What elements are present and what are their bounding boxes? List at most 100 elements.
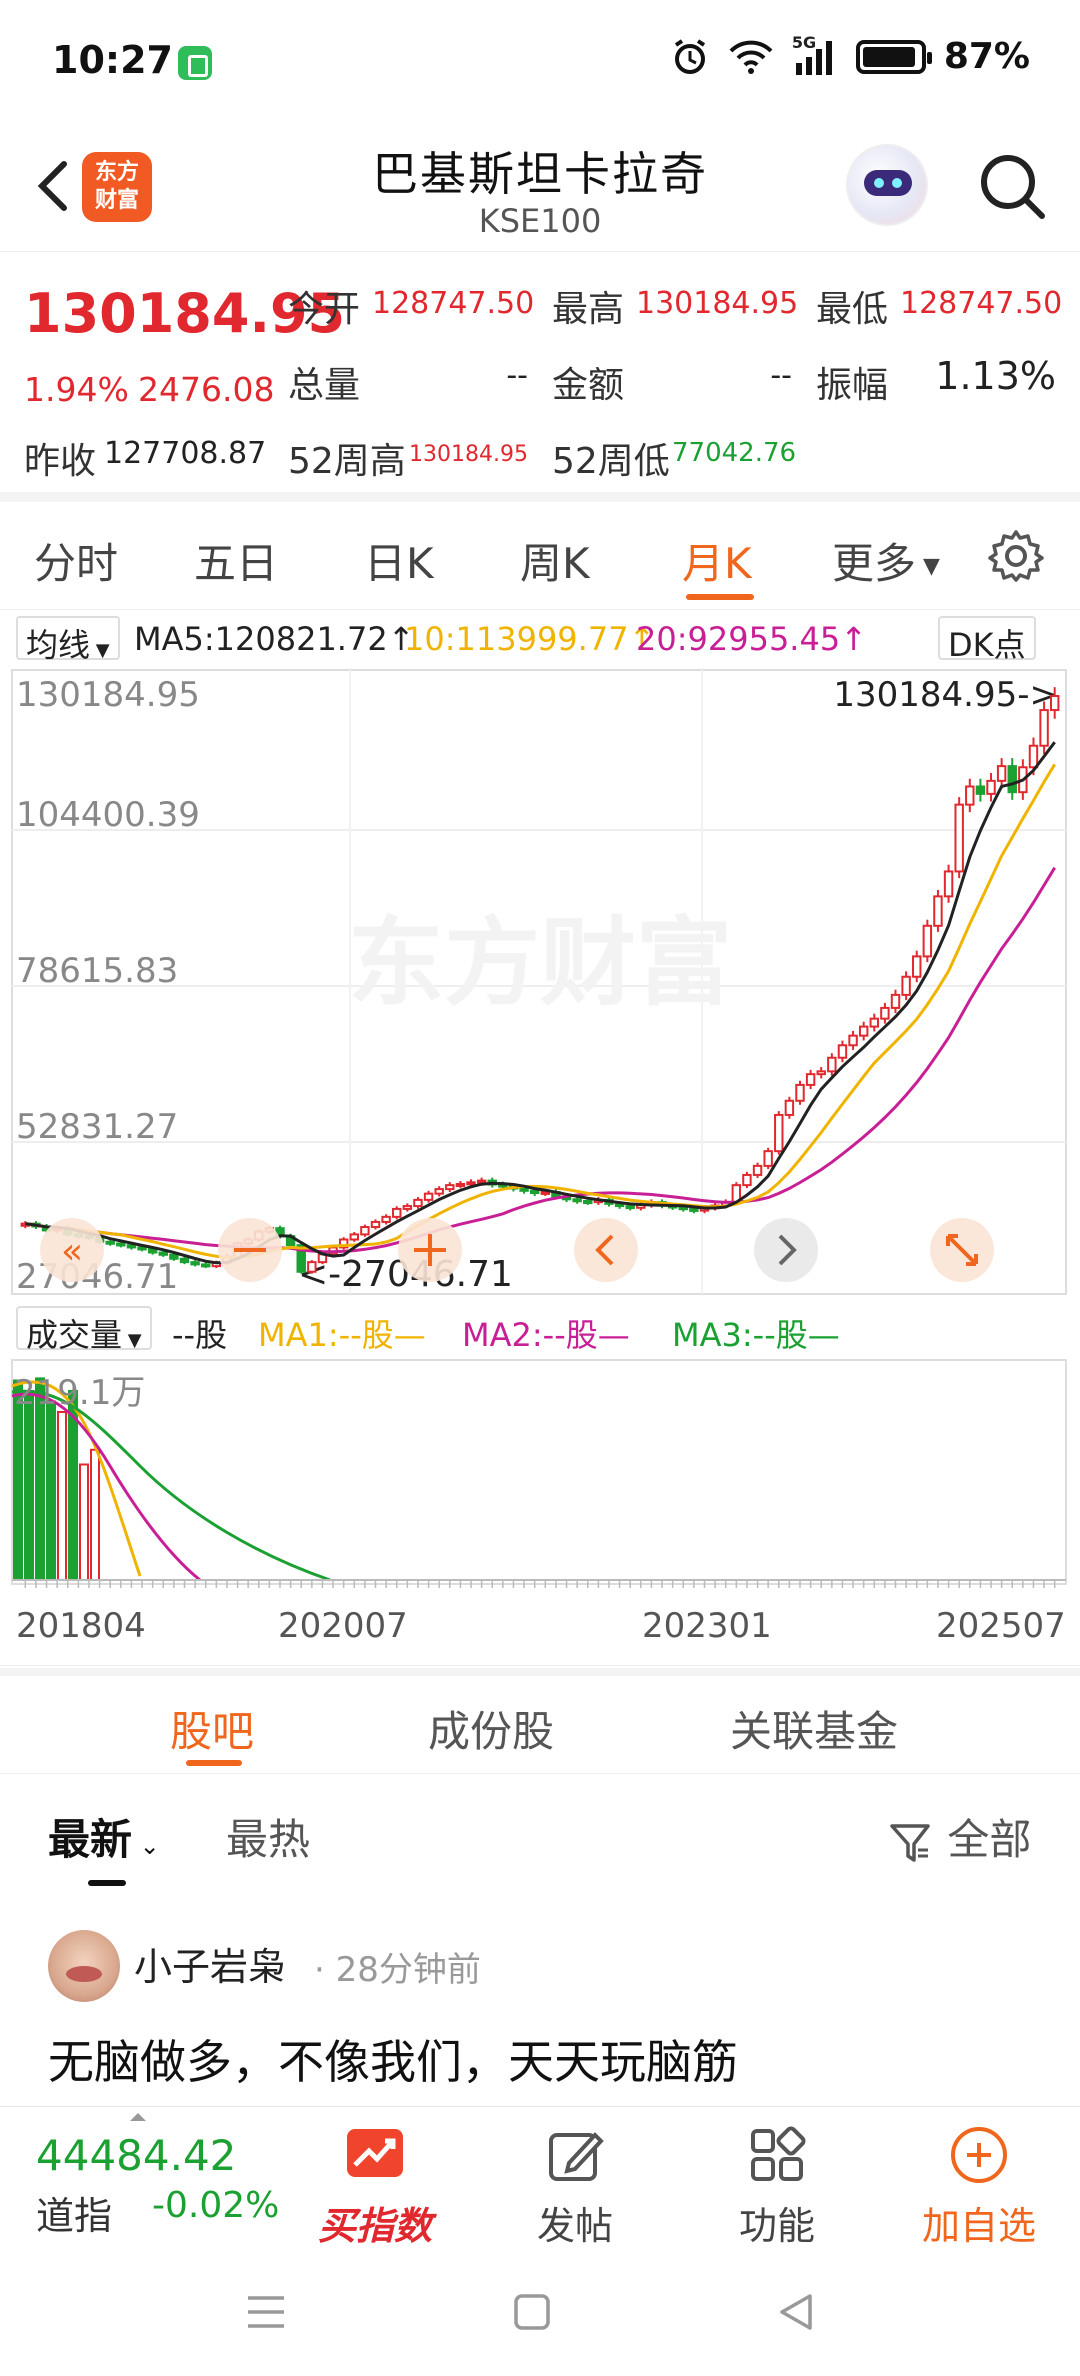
tab-monthly-k[interactable]: 月K [682,530,752,591]
ma-selector[interactable]: 均线 ▼ [16,616,120,664]
tab-related-funds[interactable]: 关联基金 [730,1698,898,1759]
filter-all[interactable]: 全部 [888,1806,1031,1867]
candle [975,785,986,795]
tab-stock-bar[interactable]: 股吧 [170,1698,254,1759]
global-index-change[interactable]: -0.02% [152,2185,279,2226]
amount-value: -- [770,358,792,393]
tab-weekly-k[interactable]: 周K [520,530,590,591]
candle [880,1006,890,1020]
add-watchlist-button[interactable]: 加自选 [904,2117,1054,2248]
header: 东方 财富 巴基斯坦卡拉奇 KSE100 [0,120,1080,252]
filter-all-label: 全部 [947,1815,1032,1864]
candle [774,1113,784,1153]
battery-percent: 87% [943,36,1030,77]
bottom-toolbar: 44484.42 道指 -0.02% 买指数 发帖 功能 加自选 [0,2106,1080,2248]
post-item[interactable]: 小子岩枭 · 28分钟前 无脑做多，不像我们，天天玩脑筋 [0,1886,1080,2106]
quote-panel: 130184.95 1.94% 2476.08 今开 128747.50 最高 … [0,252,1080,502]
candle [349,1233,360,1241]
change-value: 2476.08 [138,370,275,409]
active-tab-indicator [186,1760,242,1766]
chart-zoom-in-button[interactable] [398,1218,462,1282]
candle [392,1207,402,1218]
chart-zoom-out-button[interactable] [218,1218,282,1282]
y-tick-label: 104400.39 [16,795,200,835]
candle [1007,765,1017,794]
candle [190,1261,200,1266]
volume-selector[interactable]: 成交量 ▼ [16,1306,152,1354]
tab-intraday[interactable]: 分时 [34,530,118,591]
alarm-icon [674,38,705,74]
global-index-value[interactable]: 44484.42 [36,2131,236,2180]
candle [795,1083,805,1102]
candle [169,1253,179,1260]
assistant-robot-icon[interactable] [846,144,928,226]
candle [445,1184,455,1191]
w52-high-label: 52周高 [288,441,406,482]
avatar[interactable] [48,1930,120,2002]
caret-down-icon: ▼ [122,1330,142,1351]
home-icon[interactable] [512,2292,552,2332]
volume-max-label: 219.1万 [14,1373,145,1413]
chart-rewind-button[interactable]: « [40,1218,104,1282]
filter-latest[interactable]: 最新 ⌄ [48,1806,160,1867]
candlestick-chart[interactable]: 东方财富 130184.95 104400.39 78615.83 52831.… [0,666,1080,1298]
candle [370,1220,381,1229]
tab-daily-k[interactable]: 日K [364,530,434,591]
functions-button[interactable]: 功能 [702,2117,852,2248]
wifi-icon [729,40,773,74]
post-text[interactable]: 无脑做多，不像我们，天天玩脑筋 [48,2026,738,2092]
candle [954,803,964,873]
buy-index-label: 买指数 [317,2204,432,2248]
volume-value: -- [506,358,528,393]
candle [147,1248,158,1254]
candle [1049,694,1060,712]
global-index-name[interactable]: 道指 [36,2185,112,2240]
caret-up-icon [130,2113,146,2121]
trend-chart-icon [347,2129,403,2177]
candle [1039,709,1049,747]
add-watchlist-label: 加自选 [921,2204,1036,2248]
new-post-button[interactable]: 发帖 [500,2117,650,2248]
buy-index-button[interactable]: 买指数 [300,2117,450,2248]
x-tick-label: 202007 [278,1606,408,1646]
ma5-value: MA5:120821.72↑ [134,620,415,658]
system-nav-bar [0,2246,1080,2376]
candle [986,779,996,795]
status-time: 10:27 [52,38,173,82]
tab-more[interactable]: 更多 ▼ [832,530,940,591]
chart-next-button[interactable] [754,1218,818,1282]
y-tick-label: 130184.95 [16,675,200,715]
w52-low-value: 77042.76 [672,438,797,468]
menu-icon[interactable] [244,2292,288,2332]
tab-five-day[interactable]: 五日 [194,530,278,591]
candle [381,1215,391,1223]
candle [402,1205,413,1210]
chart-fullscreen-button[interactable] [930,1218,994,1282]
grid-icon [751,2126,806,2181]
candle [689,1207,699,1212]
functions-label: 功能 [738,2204,815,2248]
candle [529,1189,540,1195]
caret-down-icon: ▼ [916,554,940,579]
community-tabs: 股吧 成份股 关联基金 [0,1676,1080,1774]
filter-hottest[interactable]: 最热 [226,1806,310,1867]
search-icon[interactable] [976,150,1048,222]
candle [858,1025,869,1037]
y-tick-label: 52831.27 [16,1107,178,1147]
dk-point-button[interactable]: DK点 [938,616,1036,664]
back-icon[interactable] [776,2292,816,2332]
candle [848,1034,858,1047]
volume-bar [90,1448,100,1581]
ma10-text: 10:113999.77 [404,620,629,658]
chart-prev-button[interactable] [574,1218,638,1282]
prev-close-value: 127708.87 [104,436,267,471]
candle [943,870,954,898]
x-tick-label: 202301 [642,1606,772,1646]
gear-icon[interactable] [988,528,1044,584]
candle [158,1251,168,1256]
chart-max-label: 130184.95-> [833,675,1058,715]
volume-chart[interactable]: 219.1万 [0,1356,1080,1588]
post-author[interactable]: 小子岩枭 [134,1936,286,1991]
candle [476,1179,487,1184]
tab-constituents[interactable]: 成份股 [428,1698,554,1759]
